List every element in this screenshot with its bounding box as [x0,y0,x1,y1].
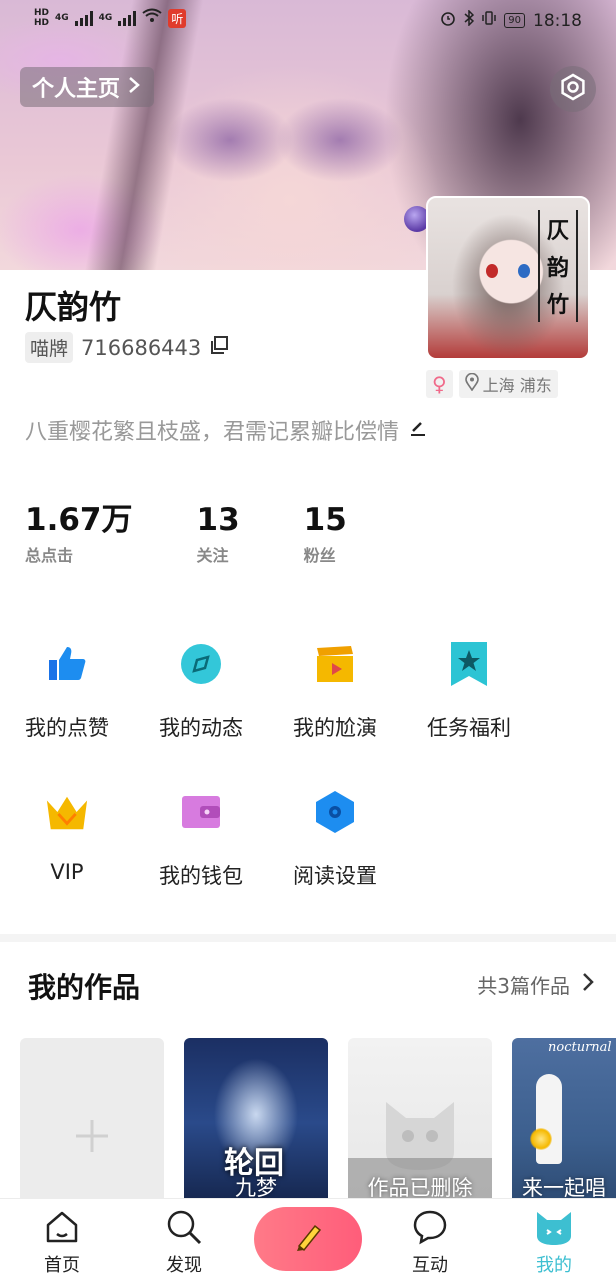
swan-decoration [536,1074,562,1164]
clock: 18:18 [533,10,582,31]
listen-badge: 听 [168,8,187,28]
menu-my-performances[interactable]: 我的尬演 [268,642,402,742]
menu-my-likes[interactable]: 我的点赞 [0,642,134,742]
gender-tag: ♀ [426,370,453,398]
menu-my-posts[interactable]: 我的动态 [134,642,268,742]
wallet-icon [179,790,223,834]
chat-bubble-icon [390,1207,470,1247]
signature: 八重樱花繁且枝盛，君需记累瓣比偿情 [25,414,427,446]
profile-page: HD HD 4G 4G 听 90 18:18 个人主页 仄 韵 竹 仄韵竹 喵牌… [0,0,616,1280]
works-count-link[interactable]: 共3篇作品 [477,970,594,999]
section-divider [0,934,616,942]
search-icon [144,1207,224,1247]
nav-discover[interactable]: 发现 [144,1207,224,1277]
crown-icon [45,790,89,834]
add-work-card[interactable] [20,1038,164,1208]
hd-indicator: HD HD [34,8,50,28]
battery-icon: 90 [504,13,525,28]
stat-following[interactable]: 13 关注 [197,500,240,566]
bluetooth-icon [464,9,475,31]
id-tag: 喵牌 [25,332,74,363]
hexagon-settings-icon [313,790,357,834]
copy-icon[interactable] [209,335,229,360]
avatar[interactable]: 仄 韵 竹 [426,196,590,360]
status-bar: HD HD 4G 4G 听 90 18:18 [34,8,582,31]
work-card-deleted[interactable]: 作品已删除 [348,1038,492,1208]
user-id: 716686443 [81,335,202,360]
edit-pen-icon[interactable] [409,418,427,443]
create-button[interactable] [254,1207,362,1271]
gear-hexagon-icon [559,73,587,105]
location-tag: 上海 浦东 [458,370,558,398]
menu-reading-settings[interactable]: 阅读设置 [268,790,402,890]
plus-icon [72,1116,112,1160]
nav-home[interactable]: 首页 [22,1207,102,1277]
works-title: 我的作品 [28,971,141,1004]
work-card-1[interactable]: 轮回 九梦 [184,1038,328,1208]
stats-row: 1.67万 总点击 13 关注 15 粉丝 [25,500,411,566]
cat-face-icon [514,1207,594,1247]
menu-vip[interactable]: VIP [0,790,134,884]
compass-icon [179,642,223,686]
settings-button[interactable] [550,66,596,112]
menu-my-wallet[interactable]: 我的钱包 [134,790,268,890]
home-icon [22,1207,102,1247]
star-bookmark-icon [447,642,491,686]
chevron-right-icon [128,75,140,100]
female-icon: ♀ [432,372,447,396]
menu-task-rewards[interactable]: 任务福利 [402,642,536,742]
stat-total-clicks[interactable]: 1.67万 总点击 [25,500,133,566]
bottom-nav: 首页 发现 互动 我的 [0,1198,616,1280]
location-pin-icon [464,372,479,395]
personal-homepage-button[interactable]: 个人主页 [20,67,155,107]
work-cover-title: nocturnal [548,1040,612,1055]
nav-interact[interactable]: 互动 [390,1207,470,1277]
work-card-3[interactable]: nocturnal 来一起唱 [512,1038,616,1208]
wifi-icon [142,8,162,28]
username: 仄韵竹 [25,288,122,326]
stat-followers[interactable]: 15 粉丝 [304,500,347,566]
pencil-icon [293,1222,323,1256]
thumbs-up-icon [45,642,89,686]
alarm-icon [440,10,456,31]
user-id-row: 喵牌 716686443 [25,332,229,363]
chevron-right-icon [582,972,594,997]
nav-mine[interactable]: 我的 [514,1207,594,1277]
profile-tags: ♀ 上海 浦东 [426,370,558,398]
vibrate-icon [482,10,497,31]
signal-icon [74,10,93,26]
signal-icon-2 [118,10,137,26]
avatar-calligraphy: 仄 韵 竹 [538,210,578,322]
clapperboard-icon [313,642,357,686]
